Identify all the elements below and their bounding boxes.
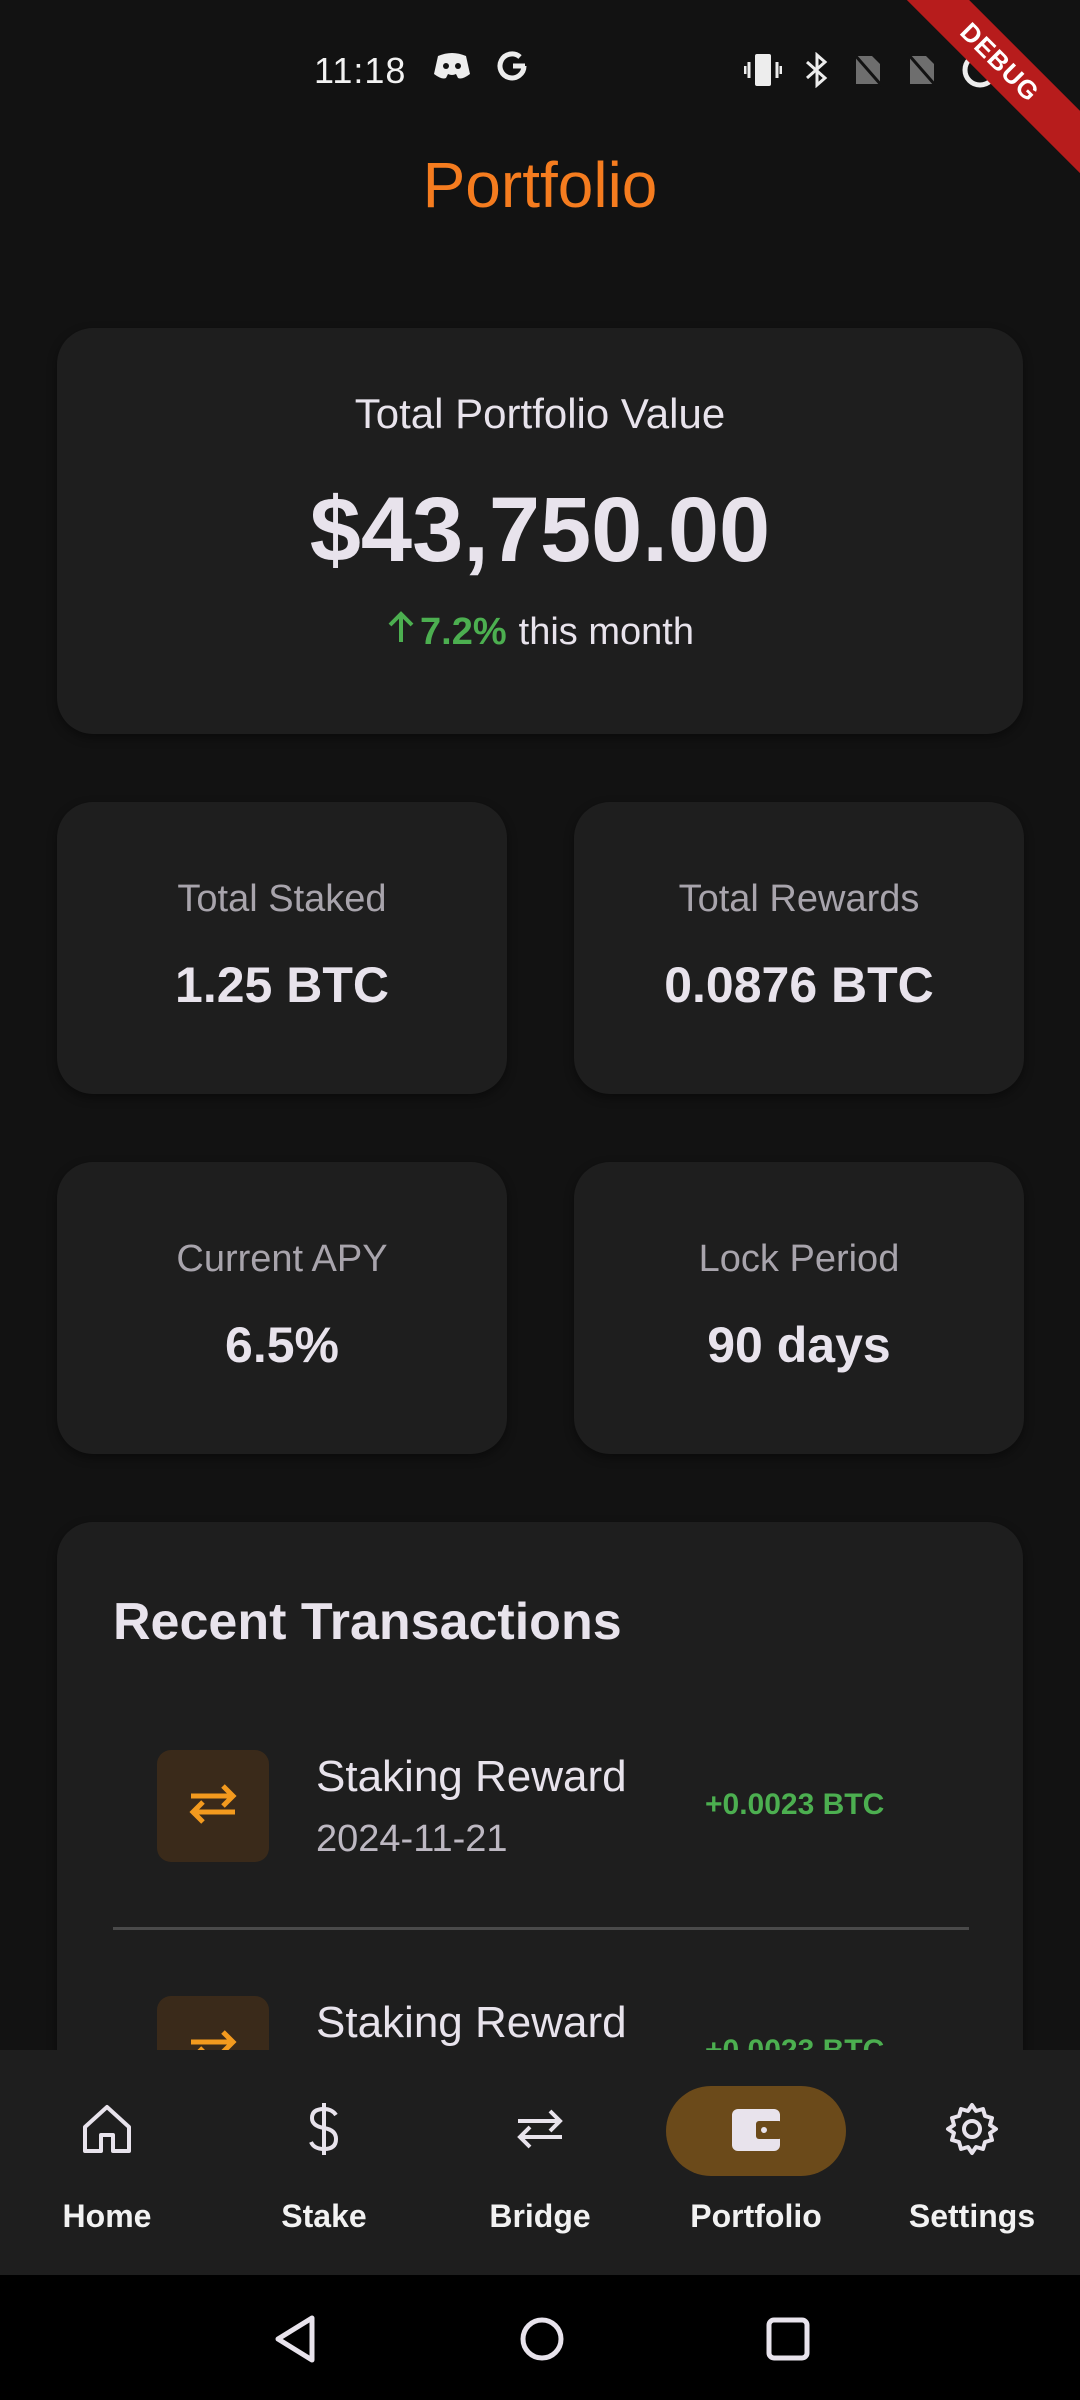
transaction-row[interactable]: Staking Reward 2024-11-21 +0.0023 BTC [57,1750,1023,1950]
stat-value: 6.5% [225,1317,339,1373]
divider [113,1927,969,1930]
bluetooth-icon [804,51,830,93]
portfolio-change: 7.2% this month [57,610,1023,654]
nav-label: Home [62,2198,152,2234]
nav-label: Bridge [489,2198,591,2234]
nav-stake[interactable]: Stake [224,2086,424,2256]
change-period: this month [518,610,694,653]
stat-label: Current APY [176,1238,388,1280]
total-portfolio-card: Total Portfolio Value $43,750.00 7.2% th… [57,328,1023,734]
status-time: 11:18 [314,50,407,91]
nav-portfolio[interactable]: Portfolio [656,2086,856,2256]
transaction-amount: +0.0023 BTC [705,1788,885,1821]
arrow-up-icon [386,610,416,654]
nav-active-indicator [666,2086,846,2176]
transaction-name: Staking Reward [316,1998,627,2047]
total-portfolio-value: $43,750.00 [309,479,771,581]
circle-home-icon [517,2314,567,2369]
transaction-icon-box [157,1750,269,1862]
swap-icon [185,1782,241,1831]
bottom-navigation: Home Stake Bridge Portfolio Settings [0,2050,1080,2275]
stat-value: 0.0876 BTC [664,957,934,1013]
stat-label: Total Staked [177,878,387,920]
recents-icon [765,2316,811,2367]
current-apy-card: Current APY 6.5% [57,1162,507,1454]
nav-bridge[interactable]: Bridge [440,2086,640,2256]
nav-label: Settings [908,2198,1036,2234]
nav-settings[interactable]: Settings [872,2086,1072,2256]
recents-button[interactable] [758,2311,818,2371]
dollar-icon [304,2099,344,2164]
change-percentage-value: 7.2% [420,610,507,653]
back-button[interactable] [266,2311,326,2371]
vibrate-icon [743,52,783,93]
home-system-button[interactable] [512,2311,572,2371]
stat-label: Total Rewards [678,878,920,920]
nav-label: Portfolio [690,2198,822,2234]
wallet-icon [728,2103,784,2160]
stat-value: 90 days [707,1317,891,1373]
nav-home[interactable]: Home [7,2086,207,2256]
total-staked-card: Total Staked 1.25 BTC [57,802,507,1094]
transaction-date: 2024-11-21 [316,1818,508,1860]
status-bar: 11:18 DEBUG [0,0,1080,184]
discord-icon [432,50,472,87]
change-percentage: 7.2% [386,610,507,654]
gear-icon [942,2099,1002,2164]
stat-value: 1.25 BTC [175,957,389,1013]
recent-transactions-title: Recent Transactions [113,1593,622,1651]
lock-period-card: Lock Period 90 days [574,1162,1024,1454]
google-icon [494,48,530,89]
system-navigation-bar [0,2275,1080,2400]
no-sim-icon [852,52,884,93]
no-sim-icon [906,52,938,93]
page-title: Portfolio [422,149,658,221]
total-rewards-card: Total Rewards 0.0876 BTC [574,802,1024,1094]
swap-icon [512,2107,568,2156]
total-portfolio-label: Total Portfolio Value [354,390,726,437]
nav-label: Stake [281,2198,367,2234]
home-icon [79,2103,135,2160]
stat-label: Lock Period [698,1238,900,1280]
transaction-name: Staking Reward [316,1752,627,1801]
back-icon [272,2314,320,2369]
